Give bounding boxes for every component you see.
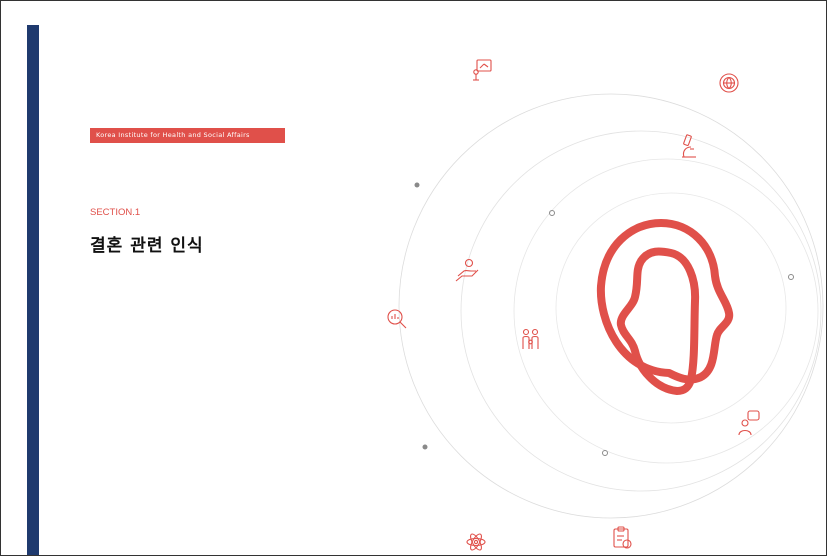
globe-seal-icon <box>719 73 739 93</box>
family-icon <box>522 328 539 349</box>
outer-head-outline <box>596 219 734 384</box>
clipboard-checklist-icon <box>613 526 632 549</box>
head-profile-logo <box>596 219 734 395</box>
middle-orbit <box>460 130 822 492</box>
speech-person-icon <box>738 410 760 436</box>
caring-hand-icon <box>455 258 479 282</box>
presentation-board-icon <box>473 59 492 81</box>
report-cover-page: Korea Institute for Health and Social Af… <box>0 0 827 556</box>
atom-icon <box>466 533 486 551</box>
microscope-icon <box>682 134 696 158</box>
orbit-node <box>788 274 794 280</box>
orbit-node <box>414 182 420 188</box>
inner-orbit <box>513 158 819 464</box>
outer-orbit <box>398 93 824 519</box>
orbit-illustration <box>387 59 824 551</box>
orbit-node <box>602 450 608 456</box>
orbit-node <box>422 444 428 450</box>
magnifier-chart-icon <box>387 309 407 329</box>
